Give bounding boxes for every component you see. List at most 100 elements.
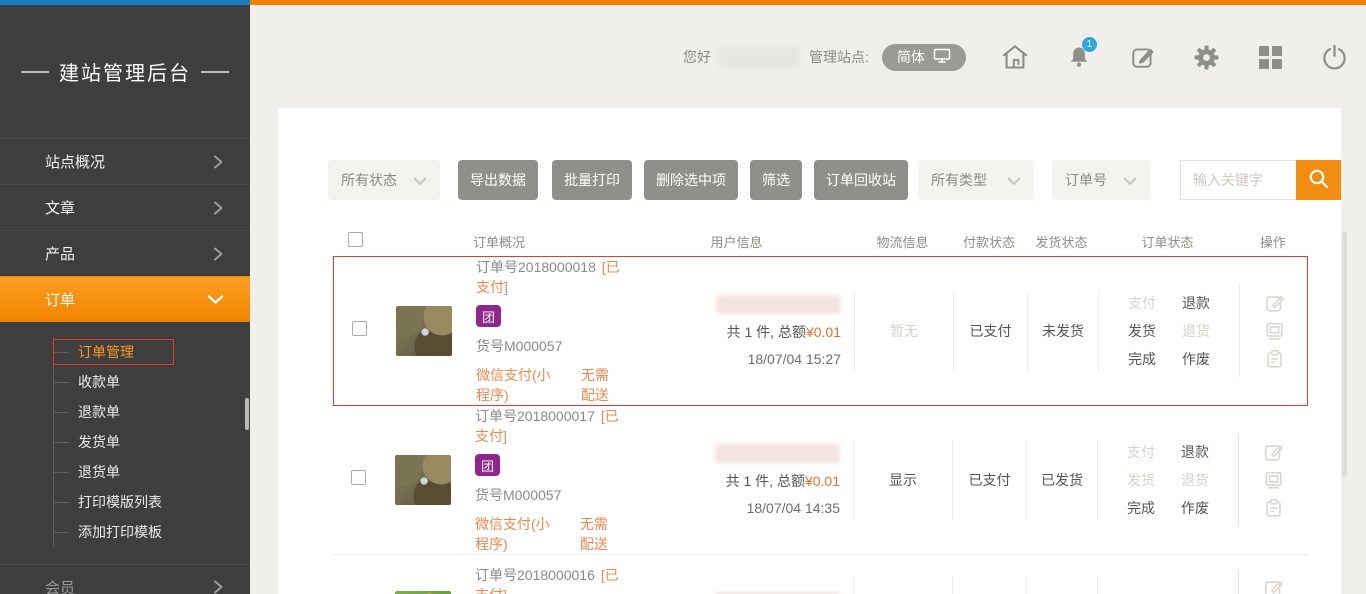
gear-icon[interactable] [1192, 44, 1222, 71]
product-thumbnail [395, 591, 451, 594]
submenu-item-label: 收款单 [78, 372, 120, 392]
edit-icon[interactable] [1128, 44, 1158, 70]
order-badges: 团 [475, 454, 620, 476]
order-action-link: 支付 [1127, 442, 1155, 462]
app-title-text: 建站管理后台 [59, 57, 191, 86]
search-button[interactable] [1296, 160, 1341, 200]
clipboard-icon[interactable] [1263, 497, 1285, 519]
order-action-link[interactable]: 完成 [1128, 349, 1156, 369]
edit-icon[interactable] [1264, 292, 1286, 314]
export-data-button[interactable]: 导出数据 [458, 160, 538, 200]
column-header: 发货状态 [1026, 232, 1097, 251]
order-details: 订单号2018000016[已支付]秒货号M000054 [475, 565, 620, 594]
row-checkbox[interactable] [351, 470, 366, 485]
sidebar-nav: 站点概况文章产品订单订单管理收款单退款单发货单退货单打印模版列表添加打印模板会员 [0, 138, 250, 594]
order-action-link[interactable]: 作废 [1181, 498, 1209, 518]
payment-delivery-line: 微信支付(小程序) 无需配送 [476, 365, 621, 405]
row-checkbox-cell [334, 321, 379, 341]
submenu-item[interactable]: 发货单 [54, 427, 250, 457]
sidebar-item-label: 文章 [45, 197, 75, 218]
clipboard-icon[interactable] [1264, 348, 1286, 370]
power-icon[interactable] [1320, 44, 1350, 71]
chevron-right-icon [213, 246, 224, 262]
type-filter-dropdown[interactable]: 所有类型 [918, 160, 1034, 200]
submenu-item[interactable]: 订单管理 [54, 337, 250, 367]
order-type-badge: 团 [475, 454, 500, 476]
app-title: 建站管理后台 [0, 5, 250, 138]
logistics-cell: 显示 [853, 440, 952, 520]
notifications-bell-icon[interactable]: 1 [1064, 44, 1094, 70]
payment-method-link[interactable]: 微信支付(小程序) [476, 365, 553, 405]
greeting-text: 您好 [683, 47, 711, 67]
chevron-down-icon [1007, 172, 1021, 188]
batch-print-button[interactable]: 批量打印 [552, 160, 632, 200]
content-card: 所有状态 导出数据 批量打印 删除选中项 筛选 订单回收站 所有类型 订单号 订… [278, 108, 1341, 594]
print-icon[interactable] [1264, 320, 1286, 342]
payment-status-cell: 已支付 [952, 440, 1026, 520]
monitor-icon [933, 48, 951, 67]
submenu-item[interactable]: 退款单 [54, 397, 250, 427]
edit-icon[interactable] [1263, 441, 1285, 463]
status-filter-dropdown[interactable]: 所有状态 [328, 160, 440, 200]
order-action-link[interactable]: 退款 [1181, 442, 1209, 462]
edit-icon[interactable] [1263, 577, 1285, 594]
order-badges: 团 [476, 305, 621, 327]
sidebar-item-4[interactable]: 会员 [0, 564, 250, 594]
search-icon [1307, 167, 1331, 194]
sidebar-item-0[interactable]: 站点概况 [0, 138, 250, 184]
column-header: 订单状态 [1097, 232, 1238, 251]
row-checkbox[interactable] [352, 321, 367, 336]
order-status-cell: 支付退款发货退货完成作废 [1097, 440, 1238, 520]
select-all-checkbox[interactable] [348, 232, 363, 247]
page-scrollbar[interactable] [1342, 232, 1347, 477]
sidebar-scrollbar[interactable] [245, 398, 249, 430]
language-switcher[interactable]: 简体 [882, 44, 966, 71]
column-header: 订单概况 [378, 232, 620, 251]
sidebar-item-label: 站点概况 [45, 151, 105, 172]
apps-grid-icon[interactable] [1256, 46, 1286, 69]
chevron-right-icon [213, 200, 224, 216]
order-summary: 共 1 件, 总额 [726, 473, 805, 489]
print-icon[interactable] [1263, 469, 1285, 491]
order-action-link[interactable]: 退款 [1182, 293, 1210, 313]
delete-selected-button[interactable]: 删除选中项 [644, 160, 738, 200]
delivery-method-link[interactable]: 无需配送 [581, 365, 621, 405]
order-action-links: 支付退款发货退货完成作废 [1127, 442, 1209, 518]
submenu-item-label: 退货单 [78, 462, 120, 482]
sidebar-item-1[interactable]: 文章 [0, 184, 250, 230]
order-recycle-bin-button[interactable]: 订单回收站 [814, 160, 908, 200]
order-datetime: 18/07/04 14:35 [747, 500, 840, 516]
redacted-username [715, 444, 840, 463]
sidebar-item-3[interactable]: 订单 [0, 276, 250, 322]
row-checkbox-cell [333, 470, 378, 490]
order-action-link[interactable]: 作废 [1182, 349, 1210, 369]
chevron-down-icon [413, 172, 427, 188]
manage-site-label: 管理站点: [809, 47, 869, 67]
sidebar-item-2[interactable]: 产品 [0, 230, 250, 276]
payment-status: 已支付 [969, 470, 1011, 490]
order-action-link[interactable]: 发货 [1128, 321, 1156, 341]
sidebar-item-label: 产品 [45, 243, 75, 264]
notification-badge: 1 [1082, 37, 1097, 52]
order-number: 订单号2018000017 [475, 408, 595, 424]
submenu-item[interactable]: 收款单 [54, 367, 250, 397]
delivery-method-link[interactable]: 无需配送 [580, 514, 620, 554]
submenu-item[interactable]: 打印模版列表 [54, 487, 250, 517]
search-input[interactable] [1180, 160, 1296, 200]
column-header: 操作 [1238, 232, 1308, 251]
shipping-status-cell: 已收货 [1026, 576, 1097, 594]
submenu-item-label: 添加打印模板 [78, 522, 162, 542]
order-summary-line: 共 1 件, 总额¥0.01 [727, 322, 841, 342]
payment-method-link[interactable]: 微信支付(小程序) [475, 514, 552, 554]
submenu-item[interactable]: 添加打印模板 [54, 517, 250, 547]
search-field-dropdown[interactable]: 订单号 [1052, 160, 1150, 200]
submenu-item[interactable]: 退货单 [54, 457, 250, 487]
filter-button[interactable]: 筛选 [750, 160, 802, 200]
chevron-right-icon [213, 579, 224, 594]
home-icon[interactable] [1000, 44, 1030, 70]
order-action-link[interactable]: 完成 [1127, 498, 1155, 518]
language-label: 简体 [897, 47, 925, 67]
order-action-link: 支付 [1128, 293, 1156, 313]
sidebar: 建站管理后台 站点概况文章产品订单订单管理收款单退款单发货单退货单打印模版列表添… [0, 5, 250, 594]
product-sku: 货号M000057 [476, 336, 621, 356]
